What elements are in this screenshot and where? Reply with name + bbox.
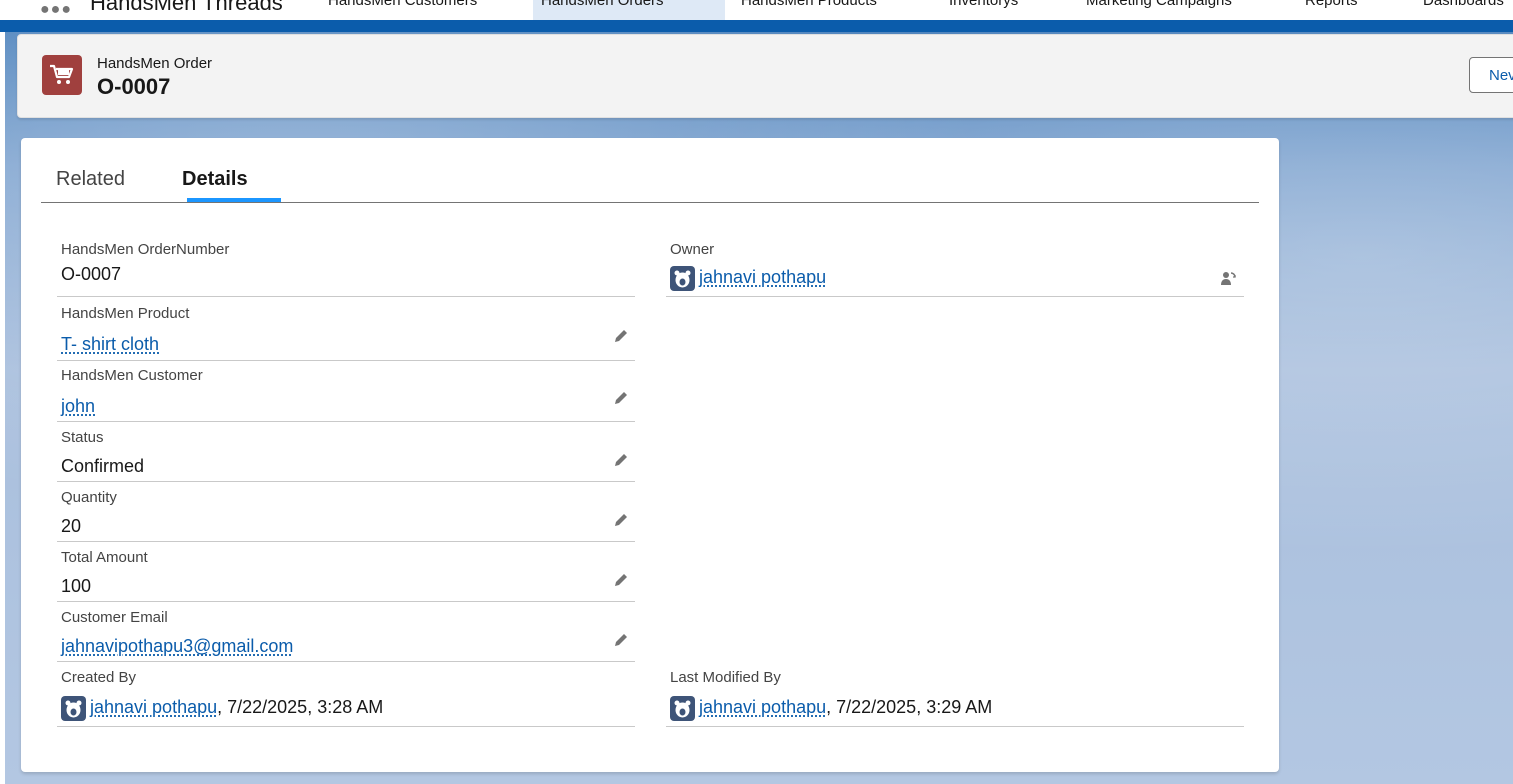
field-label: Total Amount [61,549,148,566]
last-modified-timestamp: , 7/22/2025, 3:29 AM [826,697,992,717]
pencil-icon[interactable] [613,390,629,406]
nav-item-dashboards[interactable]: Dashboards [1415,0,1512,20]
last-modified-by-user-link[interactable]: jahnavi pothapu [699,697,826,717]
nav-item-reports[interactable]: Reports ▼ [1297,0,1389,20]
tab-related[interactable]: Related [56,168,125,191]
field-status: Status Confirmed [57,422,635,482]
tab-bar: Related Details [41,138,1259,203]
object-type-label: HandsMen Order [97,55,212,72]
customer-link[interactable]: john [61,396,95,417]
chevron-down-icon[interactable]: ▼ [678,0,688,2]
chevron-down-icon[interactable]: ▼ [1246,0,1256,2]
app-launcher-icon[interactable]: ●●● [40,1,72,19]
field-product: HandsMen Product T- shirt cloth [57,298,635,361]
email-link[interactable]: jahnavipothapu3@gmail.com [61,636,293,657]
chevron-down-icon[interactable]: ▼ [491,0,501,2]
field-value: 100 [61,576,91,597]
nav-item-label: Inventorys [949,0,1018,9]
field-customer-email: Customer Email jahnavipothapu3@gmail.com [57,602,635,662]
chevron-down-icon[interactable]: ▼ [1372,0,1382,2]
created-by-timestamp: , 7/22/2025, 3:28 AM [217,697,383,717]
nav-item-orders[interactable]: HandsMen Orders ▼ [533,0,725,20]
owner-link[interactable]: jahnavi pothapu [699,267,826,288]
field-value: Confirmed [61,456,144,477]
field-label: Customer Email [61,609,168,626]
field-quantity: Quantity 20 [57,482,635,542]
tab-details[interactable]: Details [182,168,248,191]
pencil-icon[interactable] [613,328,629,344]
nav-item-marketing-campaigns[interactable]: Marketing Campaigns ▼ [1078,0,1264,20]
field-total-amount: Total Amount 100 [57,542,635,602]
chevron-down-icon[interactable]: ▼ [891,0,901,2]
field-label: Created By [61,669,136,686]
pencil-icon[interactable] [613,632,629,648]
nav-item-label: HandsMen Orders [541,0,664,9]
field-label: HandsMen Customer [61,367,203,384]
pencil-icon[interactable] [613,572,629,588]
field-order-number: HandsMen OrderNumber O-0007 [57,234,635,297]
change-owner-icon[interactable] [1220,270,1236,286]
record-title: O-0007 [97,74,170,100]
field-label: Status [61,429,104,446]
nav-item-products[interactable]: HandsMen Products ▼ [733,0,909,20]
field-label: HandsMen Product [61,305,189,322]
user-avatar-icon [61,696,86,721]
field-label: HandsMen OrderNumber [61,241,229,258]
nav-item-inventorys[interactable]: Inventorys ▼ [941,0,1050,20]
nav-accent-bar [0,20,1513,32]
field-owner: Owner jahnavi pothapu [666,234,1244,297]
cart-icon [42,55,82,95]
created-by-user-link[interactable]: jahnavi pothapu [90,697,217,717]
top-navigation: ●●● HandsMen Threads HandsMen Customers … [0,0,1513,20]
last-modified-by-value: jahnavi pothapu, 7/22/2025, 3:29 AM [699,697,992,718]
details-card: Related Details HandsMen OrderNumber O-0… [21,138,1279,772]
left-edge [0,20,5,784]
pencil-icon[interactable] [613,512,629,528]
nav-item-label: HandsMen Products [741,0,877,9]
nav-item-label: HandsMen Customers [328,0,477,9]
nav-item-label: Marketing Campaigns [1086,0,1232,9]
nav-item-customers[interactable]: HandsMen Customers ▼ [320,0,509,20]
nav-item-label: Dashboards [1423,0,1504,9]
field-label: Last Modified By [670,669,781,686]
field-last-modified-by: Last Modified By jahnavi pothapu, 7/22/2… [666,662,1244,727]
created-by-value: jahnavi pothapu, 7/22/2025, 3:28 AM [90,697,383,718]
field-label: Owner [670,241,714,258]
field-created-by: Created By jahnavi pothapu, 7/22/2025, 3… [57,662,635,727]
active-tab-indicator [187,198,281,202]
pencil-icon[interactable] [613,452,629,468]
new-button[interactable]: Nev [1469,57,1513,93]
user-avatar-icon [670,696,695,721]
product-link[interactable]: T- shirt cloth [61,334,159,355]
field-value: O-0007 [61,264,121,285]
field-customer: HandsMen Customer john [57,360,635,422]
app-name: HandsMen Threads [90,0,283,16]
user-avatar-icon [670,266,695,291]
field-value: 20 [61,516,81,537]
nav-item-label: Reports [1305,0,1358,9]
record-header: HandsMen Order O-0007 Nev [17,34,1513,118]
field-label: Quantity [61,489,117,506]
chevron-down-icon[interactable]: ▼ [1032,0,1042,2]
